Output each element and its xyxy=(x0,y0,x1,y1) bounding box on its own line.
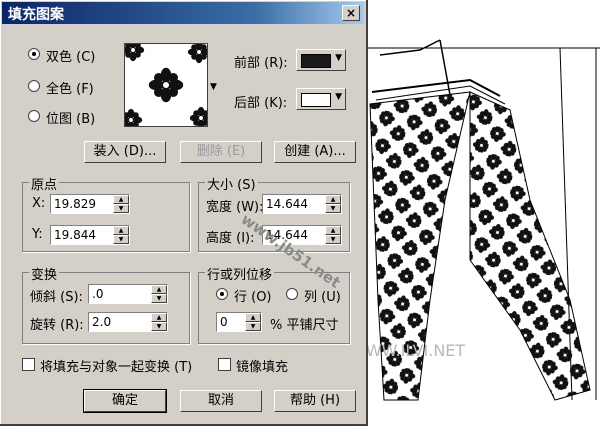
front-color-picker[interactable]: ▼ xyxy=(296,49,346,71)
offset-spinner[interactable]: ▲ ▼ xyxy=(245,313,261,331)
load-button[interactable]: 装入 (D)... xyxy=(84,141,166,163)
radio-dot xyxy=(286,288,298,300)
pattern-preview-flowers xyxy=(119,38,213,132)
dialog-title: 填充图案 xyxy=(8,7,64,23)
radio-full-color-label: 全色 (F) xyxy=(46,82,94,97)
delete-button[interactable]: 删除 (E) xyxy=(180,141,262,163)
radio-bitmap-label: 位图 (B) xyxy=(46,112,96,127)
rotate-input[interactable]: 2.0 ▲ ▼ xyxy=(88,312,168,332)
origin-y-label: Y: xyxy=(32,227,43,242)
back-label: 后部 (K): xyxy=(234,96,288,111)
width-spinner[interactable]: ▲ ▼ xyxy=(325,195,341,213)
skew-value: .0 xyxy=(92,287,104,301)
size-title: 大小 (S) xyxy=(205,174,258,193)
cancel-button[interactable]: 取消 xyxy=(180,390,262,412)
offset-suffix: % 平铺尺寸 xyxy=(270,318,339,333)
width-label: 宽度 (W): xyxy=(206,200,264,215)
radio-dot-selected xyxy=(28,48,40,60)
height-spinner[interactable]: ▲ ▼ xyxy=(325,226,341,244)
skew-input[interactable]: .0 ▲ ▼ xyxy=(88,284,168,304)
origin-x-input[interactable]: 19.829 ▲ ▼ xyxy=(50,194,130,214)
offset-title: 行或列位移 xyxy=(205,264,275,283)
width-value: 14.644 xyxy=(266,197,308,211)
back-color-swatch xyxy=(301,93,331,107)
title-bar[interactable]: 填充图案 × xyxy=(2,2,364,24)
radio-dot xyxy=(28,80,40,92)
origin-x-value: 19.829 xyxy=(54,197,96,211)
back-color-picker[interactable]: ▼ xyxy=(296,88,346,110)
create-button[interactable]: 创建 (A)... xyxy=(274,141,356,163)
mirror-fill-checkbox[interactable] xyxy=(218,358,231,371)
origin-x-label: X: xyxy=(32,196,46,211)
help-button[interactable]: 帮助 (H) xyxy=(274,390,356,412)
pattern-preview[interactable] xyxy=(119,38,213,132)
radio-dot-selected xyxy=(216,288,228,300)
chevron-down-icon: ▼ xyxy=(335,92,342,102)
chevron-down-icon: ▼ xyxy=(335,53,342,63)
mirror-fill-label: 镜像填充 xyxy=(236,360,289,375)
rotate-label: 旋转 (R): xyxy=(30,318,84,333)
rotate-spinner[interactable]: ▲ ▼ xyxy=(151,313,167,331)
front-label: 前部 (R): xyxy=(234,56,288,71)
ok-button[interactable]: 确定 xyxy=(83,389,167,413)
skew-label: 倾斜 (S): xyxy=(30,290,83,305)
transform-group: 变换 xyxy=(22,264,190,344)
origin-title: 原点 xyxy=(29,174,60,193)
origin-x-spinner[interactable]: ▲ ▼ xyxy=(113,195,129,213)
transform-title: 变换 xyxy=(29,264,60,283)
radio-two-color-label: 双色 (C) xyxy=(46,50,96,65)
radio-row-label: 行 (O) xyxy=(234,290,272,305)
offset-value: 0 xyxy=(220,315,228,329)
origin-y-input[interactable]: 19.844 ▲ ▼ xyxy=(50,225,130,245)
rotate-value: 2.0 xyxy=(92,315,112,329)
fill-pattern-dialog: 填充图案 × 双色 (C) 全色 (F) 位图 (B) ▼ 前部 (R): ▼ … xyxy=(0,0,368,426)
close-button[interactable]: × xyxy=(342,5,360,21)
front-color-swatch xyxy=(301,54,331,68)
skew-spinner[interactable]: ▲ ▼ xyxy=(151,285,167,303)
offset-input[interactable]: 0 ▲ ▼ xyxy=(216,312,262,332)
origin-y-spinner[interactable]: ▲ ▼ xyxy=(113,226,129,244)
origin-y-value: 19.844 xyxy=(54,228,96,242)
transform-with-object-label: 将填充与对象一起变换 (T) xyxy=(40,360,193,375)
width-input[interactable]: 14.644 ▲ ▼ xyxy=(262,194,342,214)
transform-with-object-checkbox[interactable] xyxy=(22,358,35,371)
pattern-dropdown-arrow-icon[interactable]: ▼ xyxy=(210,82,217,92)
radio-dot xyxy=(28,110,40,122)
